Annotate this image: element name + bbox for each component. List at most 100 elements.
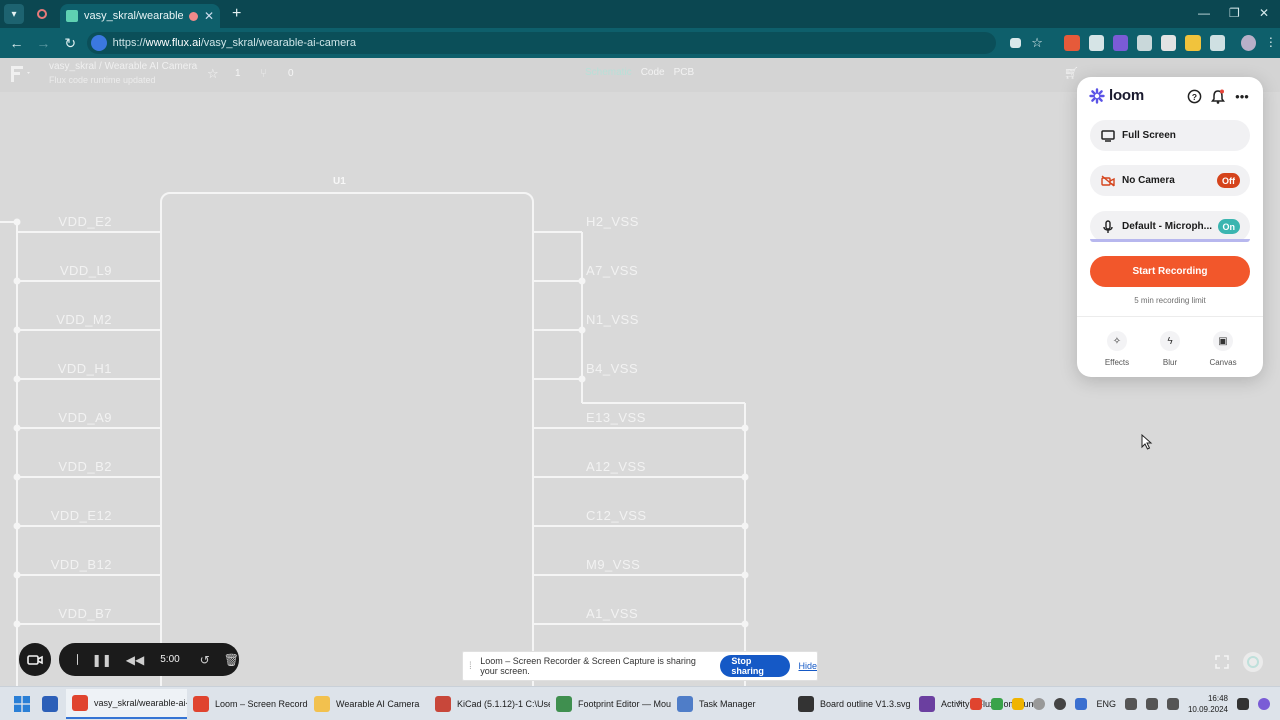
tray-mic-icon[interactable] [1075,698,1088,710]
screen-sharing-banner: ⁞ Loom – Screen Recorder & Screen Captur… [462,651,818,681]
wifi-icon[interactable] [1124,698,1137,710]
hide-link[interactable]: Hide [798,661,817,671]
camera-toggle[interactable]: Off [1217,173,1240,188]
effects-button[interactable]: ✧ Effects [1097,331,1137,367]
bookmark-star-icon[interactable]: ☆ [1031,35,1046,51]
microphone-icon [1101,219,1115,234]
junction-dot [741,424,749,432]
tray-app-icon[interactable] [1012,698,1025,710]
right-pin-label: E13_VSS [586,410,646,425]
outlook-icon[interactable] [42,695,58,712]
copilot-icon[interactable] [1258,698,1270,710]
pause-icon[interactable]: ❚❚ [92,653,112,667]
back-arrow-icon[interactable]: ← [6,32,27,54]
taskbar-item[interactable]: vasy_skral/wearable-ai-c [66,688,187,719]
profile-avatar[interactable] [1240,35,1256,51]
fork-icon[interactable]: ⑂ [260,66,267,80]
extension-3-icon[interactable] [1136,35,1153,51]
cart-icon[interactable]: 🛒︎ [1064,66,1079,80]
battery-icon[interactable] [1166,698,1179,710]
recording-toolbar: ❚❚ ◀◀ 5:00 ↺ 🗑︎ [59,643,239,676]
tray-security-icon[interactable] [991,698,1004,710]
junction-dot [741,522,749,530]
tab-code[interactable]: Code [641,67,665,78]
microphone-toggle[interactable]: On [1217,219,1240,234]
forward-arrow-icon[interactable]: → [33,32,54,54]
project-status: Flux code runtime updated [49,75,156,85]
right-pin-label: A12_VSS [586,459,646,474]
tab-flux-project[interactable]: vasy_skral/wearable-ai-cam ✕ [60,4,220,28]
blur-button[interactable]: ϟ Blur [1150,331,1190,367]
taskbar-item-label: Loom – Screen Recorde [215,698,308,709]
taskbar-app-icon [919,695,935,712]
camera-select[interactable]: No Camera Off [1090,165,1250,196]
taskbar-item[interactable]: Loom – Screen Recorde [187,689,308,719]
language-indicator[interactable]: ENG [1096,699,1116,709]
extension-2-icon[interactable] [1112,35,1128,51]
browser-menu-icon[interactable]: ⋮ [1265,35,1280,51]
star-icon[interactable]: ☆ [207,66,219,82]
clock[interactable]: 16:48 10.09.2024 [1188,693,1228,715]
help-icon[interactable]: ? [1186,88,1202,104]
tab-search-icon[interactable]: ▾ [4,4,24,24]
reload-icon[interactable]: ↻ [60,32,81,54]
extensions-puzzle-icon[interactable] [1209,35,1225,51]
taskbar-item[interactable]: Footprint Editor — Mou [550,689,671,719]
fullscreen-icon[interactable] [1213,653,1231,671]
taskbar-app-icon [677,695,693,712]
extension-4-icon[interactable] [1161,35,1177,51]
junction-dot [13,326,21,334]
rewind-icon[interactable]: ◀◀ [126,653,144,667]
junction-dot [578,277,586,285]
chat-assistant-icon[interactable] [1242,651,1264,673]
view-tabs: Schematic Code PCB [585,67,694,78]
u1-symbol-body[interactable] [160,192,534,686]
loom-extension-icon[interactable] [1064,35,1080,51]
screen-source-select[interactable]: Full Screen [1090,120,1250,151]
address-bar[interactable]: https://www.flux.ai/vasy_skral/wearable-… [86,32,996,54]
new-tab-button[interactable]: + [232,5,241,23]
tab-pcb[interactable]: PCB [674,67,695,78]
taskbar-item[interactable]: Wearable AI Camera [308,689,429,719]
tab-schematic[interactable]: Schematic [585,67,632,78]
tray-overflow-icon[interactable]: ^ [957,699,961,709]
extension-1-icon[interactable] [1088,35,1104,51]
taskbar-app-icon [72,694,88,711]
camera-bubble-button[interactable] [19,643,51,676]
tray-chrome-icon[interactable] [970,698,983,710]
canvas-button[interactable]: ▣ Canvas [1203,331,1243,367]
drag-handle-icon[interactable]: ⁞ [469,661,474,672]
right-pin-label: A7_VSS [586,263,638,278]
flux-logo-icon[interactable] [10,64,32,84]
tray-settings-icon[interactable] [1054,698,1067,710]
more-icon[interactable]: ••• [1234,88,1250,104]
junction-dot [13,424,21,432]
volume-icon[interactable] [1145,698,1158,710]
windows-start-icon[interactable] [14,695,30,712]
extension-5-icon[interactable] [1185,35,1201,51]
notifications-icon[interactable] [1237,698,1249,710]
tab-close-icon[interactable]: ✕ [204,9,214,23]
maximize-button[interactable]: ❐ [1229,6,1240,20]
bell-icon[interactable] [1210,88,1226,104]
stop-sharing-button[interactable]: Stop sharing [720,655,791,677]
junction-dot [13,277,21,285]
tab-recording-icon [188,11,198,21]
stop-recording-button[interactable] [77,654,78,665]
restart-icon[interactable]: ↺ [200,653,210,667]
install-app-icon[interactable] [1009,38,1022,48]
trash-icon[interactable]: 🗑︎ [224,653,239,667]
taskbar-item[interactable]: Board outline V1.3.svg - [792,689,913,719]
u1-reference: U1 [333,176,346,187]
taskbar-item[interactable]: KiCad (5.1.12)-1 C:\Users [429,689,550,719]
microphone-select[interactable]: Default - Microph... On [1090,211,1250,242]
tray-vpn-icon[interactable] [1033,698,1046,710]
start-recording-button[interactable]: Start Recording [1090,256,1250,287]
taskbar-item[interactable]: Task Manager [671,689,792,719]
site-info-icon[interactable] [90,35,107,51]
sparkle-icon: ✧ [1107,331,1127,351]
close-window-button[interactable]: ✕ [1259,6,1269,20]
minimize-button[interactable]: — [1198,6,1210,20]
project-title[interactable]: vasy_skral / Wearable AI Camera [49,61,197,72]
right-pin-label: N1_VSS [586,312,639,327]
